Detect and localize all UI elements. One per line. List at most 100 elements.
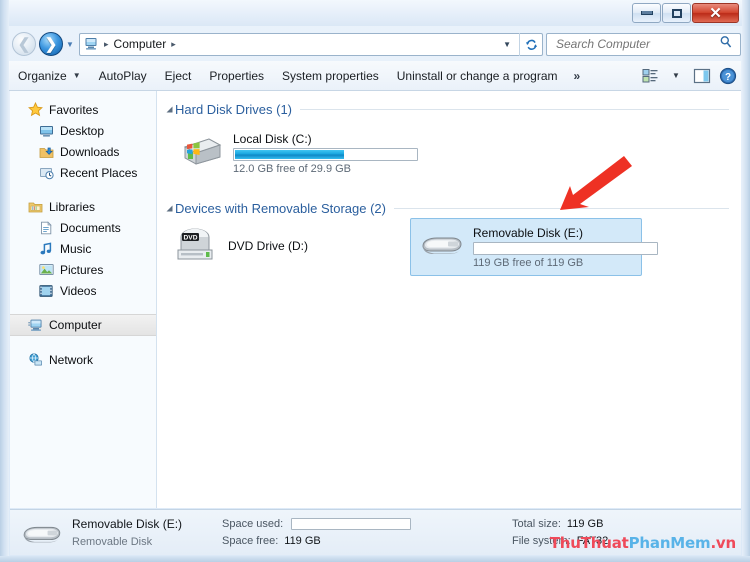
- nav-gap: [10, 301, 156, 314]
- sidebar-item-videos[interactable]: Videos: [10, 280, 156, 301]
- toolbar-uninstall-or-change-a-program[interactable]: Uninstall or change a program: [388, 65, 567, 87]
- close-button[interactable]: ✕: [692, 3, 739, 23]
- group-rule: [393, 207, 729, 209]
- network-icon: [27, 352, 43, 368]
- total-size-label: Total size:: [512, 518, 561, 530]
- space-used-meter: [291, 518, 412, 530]
- desktop-icon: [38, 123, 54, 139]
- toolbar-eject[interactable]: Eject: [156, 65, 201, 87]
- drive-info: Local Disk (C:) 12.0 GB free of 29.9 GB: [233, 130, 418, 175]
- content-pane[interactable]: Hard Disk Drives (1) Local Disk (C:) 12.…: [157, 91, 741, 508]
- view-options-button[interactable]: [637, 65, 663, 87]
- view-options-dropdown[interactable]: ▼: [663, 65, 689, 87]
- sidebar-item-label: Videos: [60, 283, 97, 298]
- toolbar-autoplay[interactable]: AutoPlay: [90, 65, 156, 87]
- window-border-bottom: [0, 556, 750, 562]
- preview-pane-button[interactable]: [689, 65, 715, 87]
- preview-pane-icon: [693, 68, 711, 83]
- drive-name: DVD Drive (D:): [228, 239, 308, 253]
- group-title: Hard Disk Drives (1): [175, 101, 293, 117]
- capacity-meter: [233, 148, 418, 161]
- computer-icon: [27, 317, 43, 333]
- command-toolbar: Organize ▼ AutoPlay Eject Properties Sys…: [9, 61, 741, 91]
- toolbar-organize-label: Organize: [18, 68, 67, 83]
- star-icon: [27, 102, 43, 118]
- sidebar-item-computer[interactable]: Computer: [10, 314, 156, 336]
- videos-icon: [38, 283, 54, 299]
- details-title: Removable Disk (E:): [72, 517, 183, 531]
- breadcrumb-separator: ▸: [104, 38, 109, 49]
- sidebar-item-documents[interactable]: Documents: [10, 217, 156, 238]
- drive-tile-removable-disk-e[interactable]: Removable Disk (E:) 119 GB free of 119 G…: [410, 218, 658, 276]
- svg-text:DVD: DVD: [184, 235, 198, 242]
- help-button[interactable]: ?: [715, 65, 741, 87]
- forward-arrow-icon: ❯: [44, 35, 58, 53]
- search-input[interactable]: [554, 36, 719, 52]
- group-header-removable-storage[interactable]: Devices with Removable Storage (2): [157, 198, 741, 218]
- explorer-window: ✕ ❮ ❯ ▼ ▸ Computer ▸ ▼ Search Computer O…: [0, 0, 750, 562]
- maximize-button[interactable]: [662, 3, 691, 23]
- address-bar-row: ❮ ❯ ▼ ▸ Computer ▸ ▼: [9, 28, 741, 60]
- watermark-part2: PhanMem: [628, 534, 711, 552]
- minimize-button[interactable]: [632, 3, 661, 23]
- window-controls: ✕: [631, 3, 739, 24]
- window-border-right: [742, 0, 750, 562]
- drive-tile-local-disk-c[interactable]: Local Disk (C:) 12.0 GB free of 29.9 GB: [171, 125, 424, 181]
- downloads-icon: [38, 144, 54, 160]
- sidebar-item-libraries[interactable]: Libraries: [10, 196, 156, 217]
- refresh-button[interactable]: [519, 32, 542, 56]
- svg-text:?: ?: [725, 72, 731, 83]
- back-arrow-icon: ❮: [17, 35, 31, 53]
- sidebar-item-downloads[interactable]: Downloads: [10, 141, 156, 162]
- nav-gap: [10, 336, 156, 349]
- recent-pages-dropdown[interactable]: ▼: [63, 40, 77, 49]
- minimize-icon: [640, 11, 653, 15]
- drive-name: Removable Disk (E:): [473, 226, 584, 240]
- navigation-pane[interactable]: Favorites Desktop Downloads Recent Place…: [10, 91, 156, 508]
- sidebar-item-favorites[interactable]: Favorites: [10, 99, 156, 120]
- watermark-part1: ThuThuat: [549, 534, 629, 552]
- capacity-meter-fill: [235, 150, 344, 159]
- toolbar-overflow-label: »: [573, 68, 581, 83]
- computer-icon: [84, 37, 99, 51]
- drive-capacity-text: 119 GB free of 119 GB: [473, 257, 584, 269]
- view-options-icon: [642, 68, 657, 82]
- group-header-hard-disk-drives[interactable]: Hard Disk Drives (1): [157, 99, 741, 119]
- search-box[interactable]: [546, 32, 741, 56]
- breadcrumb-computer[interactable]: Computer: [114, 37, 167, 51]
- total-size-value: 119 GB: [566, 518, 604, 530]
- sidebar-item-network[interactable]: Network: [10, 349, 156, 370]
- hard-drive-icon: [177, 130, 225, 170]
- toolbar-properties-label: Properties: [209, 68, 265, 83]
- usb-drive-icon: [417, 224, 465, 264]
- group-rule: [300, 108, 729, 110]
- search-icon: [719, 35, 733, 54]
- toolbar-organize[interactable]: Organize ▼: [9, 65, 90, 87]
- maximize-icon: [671, 8, 682, 18]
- sidebar-item-desktop[interactable]: Desktop: [10, 120, 156, 141]
- sidebar-item-music[interactable]: Music: [10, 238, 156, 259]
- sidebar-item-recent-places[interactable]: Recent Places: [10, 162, 156, 183]
- address-input[interactable]: ▸ Computer ▸ ▼: [79, 32, 543, 56]
- close-icon: ✕: [709, 4, 722, 22]
- sidebar-item-label: Favorites: [49, 102, 99, 117]
- forward-button[interactable]: ❯: [39, 32, 63, 56]
- collapse-triangle-icon[interactable]: [163, 105, 175, 114]
- space-free-label: Space free:: [222, 535, 279, 547]
- pictures-icon: [38, 262, 54, 278]
- breadcrumb-separator-2[interactable]: ▸: [171, 39, 176, 50]
- toolbar-system-properties[interactable]: System properties: [273, 65, 388, 87]
- toolbar-properties[interactable]: Properties: [200, 65, 273, 87]
- back-button[interactable]: ❮: [12, 32, 36, 56]
- address-dropdown-icon[interactable]: ▼: [503, 40, 511, 49]
- music-icon: [38, 241, 54, 257]
- details-total-size-line: Total size: 119 GB: [512, 518, 608, 530]
- group-title: Devices with Removable Storage (2): [175, 200, 386, 216]
- sidebar-item-label: Network: [49, 352, 94, 367]
- sidebar-item-pictures[interactable]: Pictures: [10, 259, 156, 280]
- toolbar-overflow-button[interactable]: »: [567, 65, 588, 87]
- watermark-part3: .vn: [710, 534, 736, 552]
- collapse-triangle-icon[interactable]: [163, 204, 175, 213]
- sidebar-item-label: Downloads: [60, 144, 120, 159]
- watermark: ThuThuatPhanMem.vn: [550, 534, 736, 552]
